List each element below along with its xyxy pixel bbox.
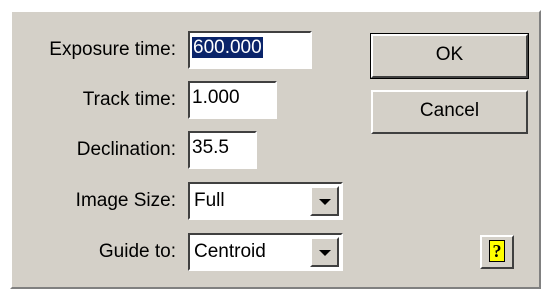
guide-to-select[interactable]: Centroid	[188, 233, 343, 271]
help-button[interactable]: ?	[480, 235, 514, 269]
declination-input[interactable]: 35.5	[188, 131, 257, 169]
image-size-select[interactable]: Full	[188, 182, 343, 220]
ok-button[interactable]: OK	[370, 33, 529, 79]
cancel-button[interactable]: Cancel	[371, 90, 528, 134]
help-question-icon: ?	[489, 240, 505, 262]
declination-label: Declination:	[76, 139, 176, 160]
exposure-time-value: 600.000	[192, 37, 263, 58]
exposure-dialog: Exposure time: 600.000 Track time: 1.000…	[10, 10, 541, 289]
image-size-label: Image Size:	[75, 190, 176, 211]
guide-to-label: Guide to:	[98, 241, 176, 262]
image-size-value: Full	[194, 190, 225, 211]
exposure-time-input[interactable]: 600.000	[188, 31, 312, 69]
dropdown-arrow-icon[interactable]	[310, 237, 339, 267]
dropdown-arrow-icon[interactable]	[310, 186, 339, 216]
track-time-input[interactable]: 1.000	[188, 81, 277, 119]
exposure-time-label: Exposure time:	[49, 39, 176, 60]
track-time-label: Track time:	[82, 89, 176, 110]
guide-to-value: Centroid	[194, 241, 266, 262]
